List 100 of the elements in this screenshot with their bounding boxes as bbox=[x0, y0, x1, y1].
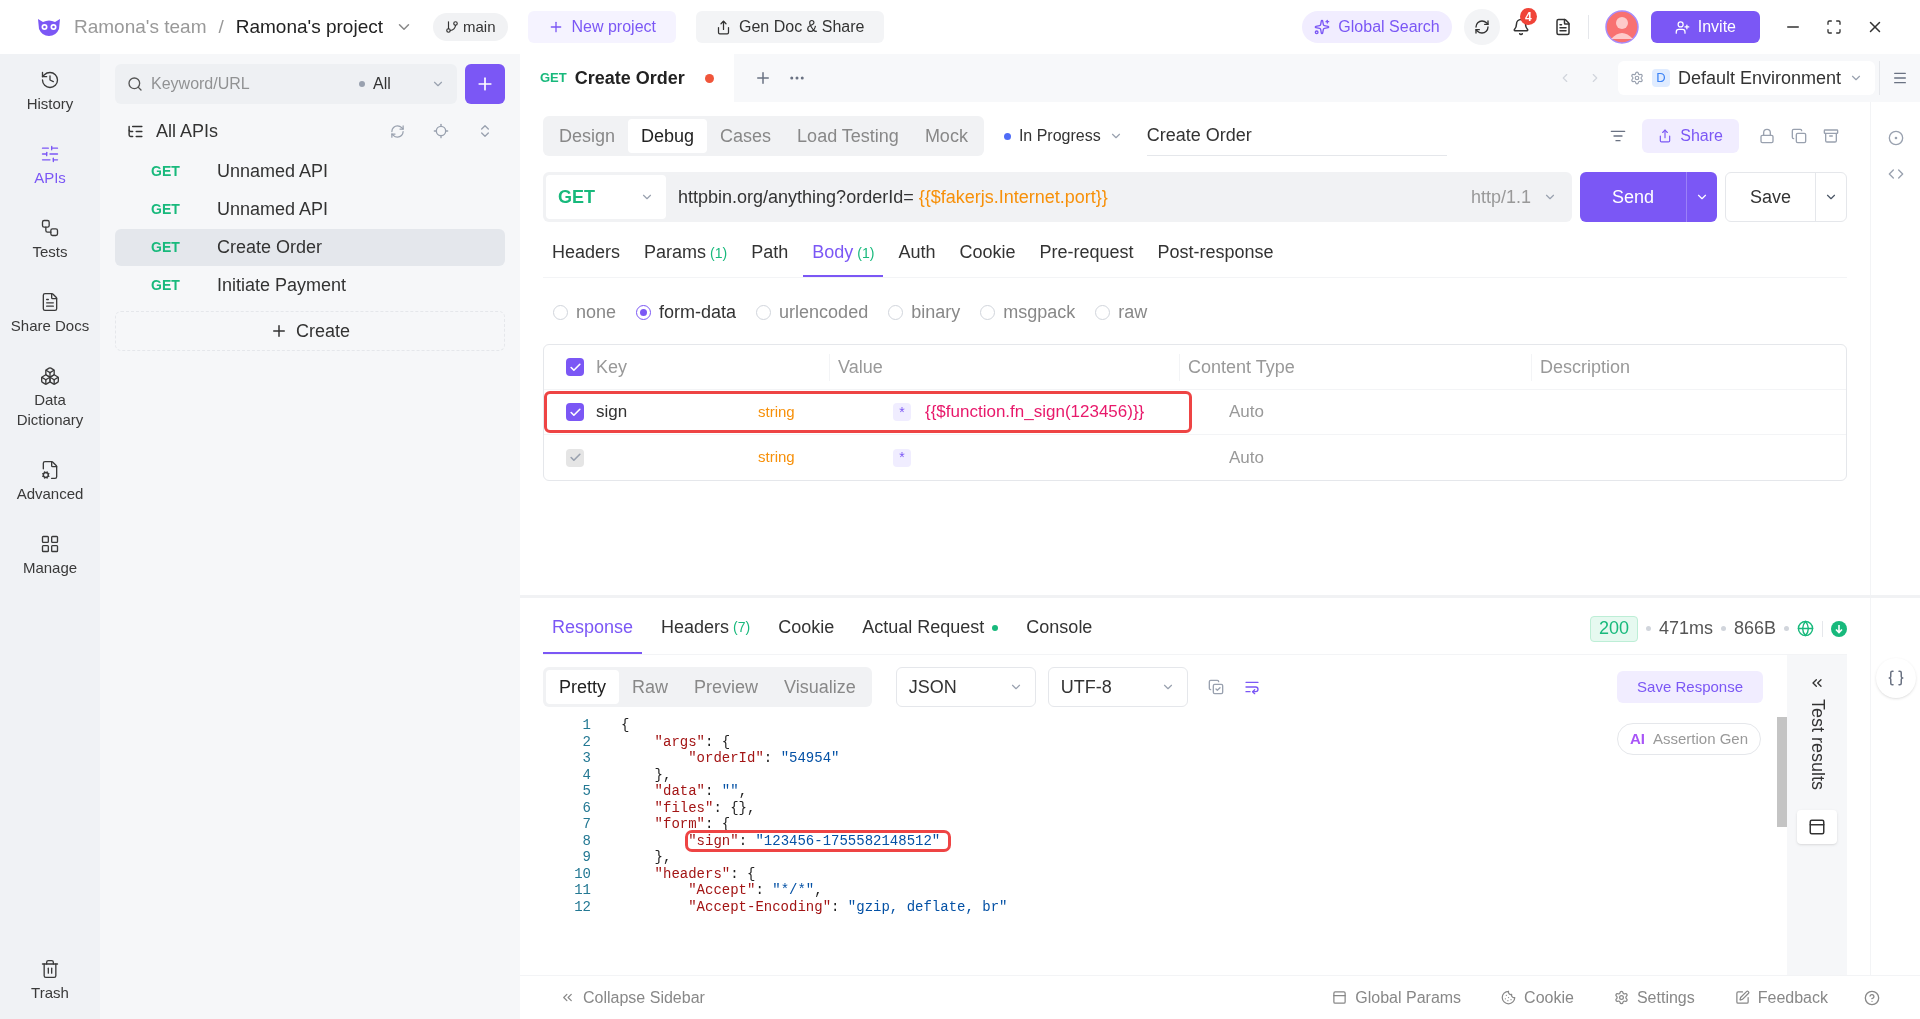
environment-selector[interactable]: D Default Environment bbox=[1617, 61, 1875, 95]
required-mark[interactable]: * bbox=[893, 403, 911, 421]
request-tab[interactable]: GET Create Order bbox=[520, 54, 734, 102]
locate-icon[interactable] bbox=[433, 123, 449, 139]
response-tab[interactable]: Headers (7) bbox=[652, 603, 760, 654]
footer-button[interactable]: Collapse Sidebar bbox=[560, 985, 705, 1010]
branch-icon bbox=[445, 20, 459, 34]
refresh-icon[interactable] bbox=[390, 123, 405, 139]
name-field[interactable]: Create Order bbox=[1146, 116, 1447, 156]
lock-icon[interactable] bbox=[1759, 128, 1775, 144]
line-number: 6 bbox=[581, 799, 591, 816]
response-tab[interactable]: Cookie bbox=[769, 603, 844, 654]
response-tab[interactable]: Response bbox=[543, 603, 643, 654]
column-header: Description bbox=[1531, 353, 1846, 381]
response-tab[interactable]: Actual Request bbox=[853, 603, 1008, 654]
radio-label[interactable]: none bbox=[576, 298, 617, 326]
param-tab[interactable]: Params (1) bbox=[635, 230, 737, 277]
maximize-icon[interactable] bbox=[1826, 19, 1842, 35]
check-icon bbox=[568, 405, 582, 419]
footer-button[interactable]: Feedback bbox=[1734, 985, 1828, 1010]
nav-item[interactable]: Trash bbox=[5, 955, 95, 1007]
nav-item[interactable]: Advanced bbox=[5, 456, 95, 508]
radio-label[interactable]: binary bbox=[911, 298, 961, 326]
footer-button[interactable]: Global Params bbox=[1332, 985, 1462, 1010]
search-bar[interactable]: Keyword/URL All bbox=[115, 64, 457, 104]
param-tab[interactable]: Post-response bbox=[1148, 230, 1283, 277]
refresh-icon bbox=[1473, 19, 1490, 35]
mode-tab[interactable]: Debug bbox=[628, 119, 708, 153]
invite-button[interactable]: Invite bbox=[1650, 11, 1760, 43]
checkbox[interactable] bbox=[566, 403, 584, 421]
branch-selector[interactable]: main bbox=[433, 13, 508, 41]
assertion-gen-button[interactable]: AI Assertion Gen bbox=[1616, 723, 1761, 755]
global-search-button[interactable]: Global Search bbox=[1302, 11, 1452, 43]
code-line: "orderId": "54954" bbox=[688, 750, 841, 767]
download-icon[interactable] bbox=[1831, 620, 1847, 637]
new-project-button[interactable]: New project bbox=[527, 11, 676, 43]
nav-item[interactable]: Manage bbox=[5, 530, 95, 582]
share-button[interactable]: Share bbox=[1642, 119, 1739, 153]
create-button[interactable]: Create bbox=[115, 311, 505, 351]
param-tab[interactable]: Cookie bbox=[950, 230, 1025, 277]
url-bar[interactable]: GET httpbin.org/anything?orderId= {{$fakerjs.Internet.port}} http/1.1 bbox=[543, 172, 1572, 222]
nav-item[interactable]: Share Docs bbox=[5, 288, 95, 340]
nav-item[interactable]: APIs bbox=[5, 140, 95, 192]
add-button[interactable] bbox=[465, 64, 505, 104]
nav-item[interactable]: Data Dictionary bbox=[5, 362, 95, 434]
owl-logo-icon bbox=[36, 17, 62, 37]
gen-doc-button[interactable]: Gen Doc & Share bbox=[696, 11, 885, 43]
radio-label[interactable]: msgpack bbox=[1003, 298, 1076, 326]
layout-button[interactable] bbox=[1797, 810, 1837, 845]
variable-icon[interactable] bbox=[1887, 130, 1904, 146]
scrollbar[interactable] bbox=[1777, 717, 1787, 827]
column-header: Value bbox=[829, 353, 1179, 381]
archive-icon[interactable] bbox=[1823, 128, 1839, 144]
nav-item[interactable]: History bbox=[5, 66, 95, 118]
wrap-icon[interactable] bbox=[1243, 679, 1260, 695]
test-results-tab[interactable]: Test results bbox=[1803, 699, 1831, 791]
document-icon[interactable] bbox=[1553, 18, 1572, 36]
param-tab[interactable]: Auth bbox=[889, 230, 945, 277]
param-tab[interactable]: Pre-request bbox=[1030, 230, 1143, 277]
radio-label[interactable]: raw bbox=[1118, 298, 1148, 326]
radio-label[interactable]: form-data bbox=[659, 298, 737, 326]
key-cell[interactable]: sign bbox=[596, 399, 746, 425]
avatar[interactable] bbox=[1604, 10, 1639, 44]
save-response-button[interactable]: Save Response bbox=[1617, 671, 1763, 703]
copy-icon[interactable] bbox=[1791, 128, 1807, 144]
api-item[interactable]: GET Create Order bbox=[115, 229, 505, 266]
radio-label[interactable]: urlencoded bbox=[779, 298, 869, 326]
nav-item[interactable]: Tests bbox=[5, 214, 95, 266]
code-icon[interactable] bbox=[1887, 166, 1904, 182]
line-number: 8 bbox=[581, 832, 591, 849]
sliders-icon bbox=[40, 144, 60, 164]
param-tab[interactable]: Body (1) bbox=[803, 230, 884, 277]
param-tab[interactable]: Path bbox=[742, 230, 798, 277]
encoding-select[interactable]: UTF-8 bbox=[1047, 667, 1188, 707]
value-cell[interactable]: {{$function.fn_sign(123456)}} bbox=[925, 399, 1145, 425]
assistant-button[interactable] bbox=[1875, 658, 1916, 698]
menu-icon[interactable] bbox=[1892, 70, 1908, 86]
line-number: 3 bbox=[581, 750, 591, 767]
checkbox[interactable] bbox=[566, 358, 584, 376]
globe-icon[interactable] bbox=[1797, 620, 1814, 637]
copy-icon[interactable] bbox=[1207, 679, 1224, 695]
document-gear-icon bbox=[40, 460, 60, 480]
document-icon bbox=[40, 292, 60, 312]
list-edit-icon[interactable] bbox=[1610, 128, 1627, 144]
response-size: 866B bbox=[1733, 617, 1776, 640]
sync-button[interactable] bbox=[1463, 9, 1500, 45]
view-tab[interactable]: Pretty bbox=[546, 670, 619, 704]
project-name[interactable]: Ramona's project bbox=[235, 12, 383, 42]
search-field[interactable]: Keyword/URL bbox=[151, 72, 351, 96]
share-icon bbox=[1658, 129, 1673, 143]
status-code-badge: 200 bbox=[1589, 615, 1638, 642]
footer-button[interactable]: Settings bbox=[1613, 985, 1695, 1010]
response-tab[interactable]: Console bbox=[1017, 603, 1102, 654]
format-select[interactable]: JSON bbox=[895, 667, 1036, 707]
help-icon[interactable] bbox=[1864, 989, 1880, 1006]
footer-button[interactable]: Cookie bbox=[1501, 985, 1574, 1010]
filter-select[interactable]: All bbox=[373, 72, 423, 96]
status-selector[interactable]: In Progress bbox=[1003, 124, 1123, 148]
param-tab[interactable]: Headers bbox=[543, 230, 630, 277]
boxes-icon bbox=[40, 366, 60, 386]
